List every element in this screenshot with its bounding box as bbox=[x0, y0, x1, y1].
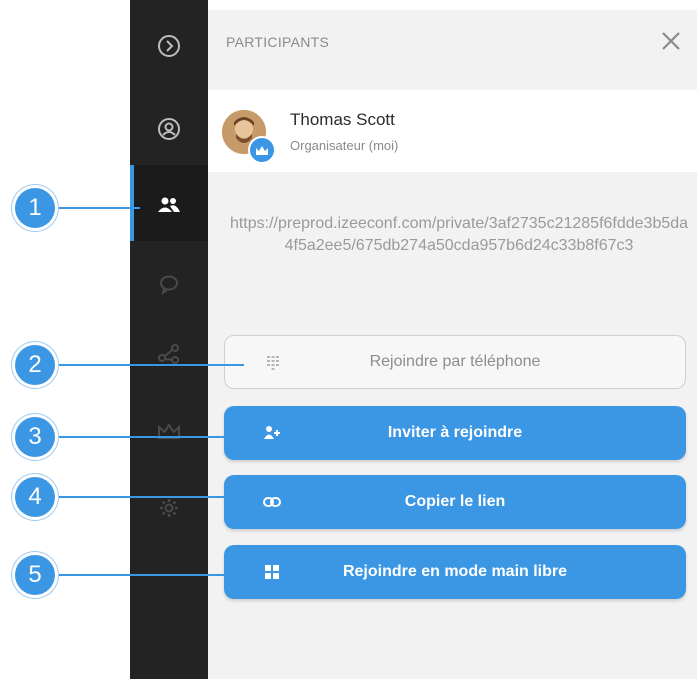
callout-line-4 bbox=[58, 496, 244, 498]
link-icon bbox=[262, 492, 282, 512]
participants-panel: PARTICIPANTS Thomas Scott Organisateur (… bbox=[208, 10, 697, 679]
copy-link-button[interactable]: Copier le lien bbox=[224, 475, 686, 529]
avatar bbox=[222, 110, 276, 164]
meeting-link[interactable]: https://preprod.izeeconf.com/private/3af… bbox=[226, 213, 692, 257]
join-by-phone-button[interactable]: Rejoindre par téléphone bbox=[224, 335, 686, 389]
crown-icon[interactable] bbox=[130, 409, 208, 455]
hands-free-label: Rejoindre en mode main libre bbox=[342, 563, 568, 580]
close-icon[interactable] bbox=[654, 24, 688, 58]
profile-icon[interactable] bbox=[130, 106, 208, 152]
callout-5: 5 bbox=[15, 555, 55, 595]
callout-2: 2 bbox=[15, 345, 55, 385]
sidebar-rail bbox=[130, 0, 208, 679]
copy-link-label: Copier le lien bbox=[404, 493, 506, 510]
grid-icon bbox=[262, 562, 282, 582]
participant-name: Thomas Scott bbox=[290, 110, 395, 129]
callout-line-2 bbox=[58, 364, 244, 366]
callout-3: 3 bbox=[15, 417, 55, 457]
organizer-crown-icon bbox=[248, 136, 276, 164]
callout-line-5 bbox=[58, 574, 244, 576]
participant-role: Organisateur (moi) bbox=[290, 138, 399, 153]
invite-label: Inviter à rejoindre bbox=[387, 424, 523, 441]
keypad-icon bbox=[263, 353, 283, 373]
callout-line-3 bbox=[58, 436, 244, 438]
share-icon[interactable] bbox=[130, 331, 208, 377]
callout-line-1 bbox=[58, 207, 140, 209]
settings-icon[interactable] bbox=[130, 485, 208, 531]
hands-free-button[interactable]: Rejoindre en mode main libre bbox=[224, 545, 686, 599]
callout-1: 1 bbox=[15, 188, 55, 228]
invite-icon bbox=[262, 423, 282, 443]
panel-title: PARTICIPANTS bbox=[226, 34, 330, 50]
callout-4: 4 bbox=[15, 477, 55, 517]
chat-icon[interactable] bbox=[130, 261, 208, 307]
invite-button[interactable]: Inviter à rejoindre bbox=[224, 406, 686, 460]
expand-chevron-icon[interactable] bbox=[130, 23, 208, 69]
participant-row[interactable]: Thomas Scott Organisateur (moi) bbox=[208, 90, 697, 172]
participants-icon[interactable] bbox=[130, 182, 208, 228]
join-by-phone-label: Rejoindre par téléphone bbox=[369, 353, 541, 370]
